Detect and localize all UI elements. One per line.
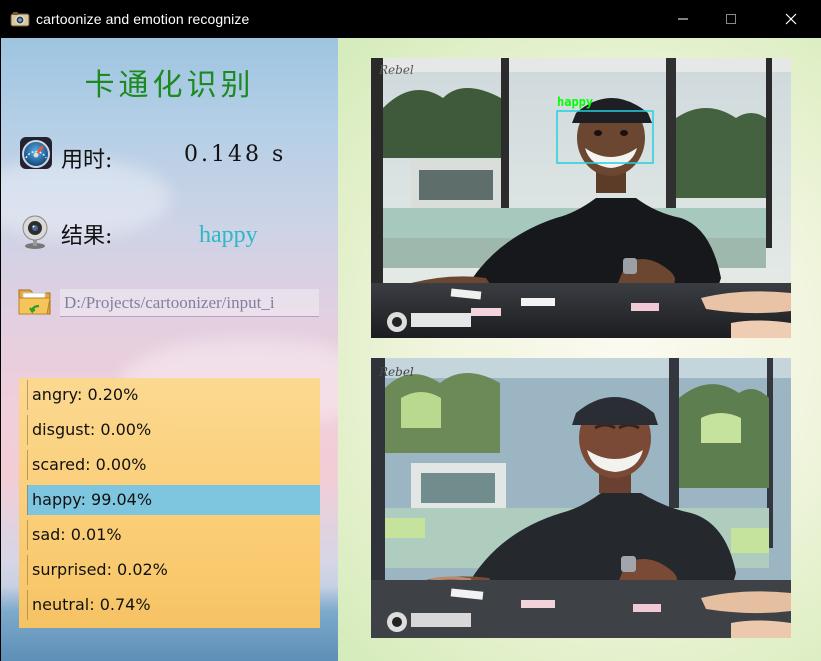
time-label: 用时: xyxy=(61,148,113,173)
watermark-text: Rebel xyxy=(378,63,414,77)
emotion-label: happy: 99.04% xyxy=(32,490,153,509)
cartoonized-image: Rebel xyxy=(371,358,791,638)
list-item-angry[interactable]: angry: 0.20% xyxy=(27,380,320,410)
emotion-label: surprised: 0.02% xyxy=(32,560,168,579)
list-item-happy[interactable]: happy: 99.04% xyxy=(27,485,320,515)
emotion-label: scared: 0.00% xyxy=(32,455,147,474)
maximize-icon[interactable] xyxy=(708,0,754,38)
webcam-icon xyxy=(19,214,51,254)
result-value: happy xyxy=(199,222,258,248)
file-path-input[interactable] xyxy=(60,289,319,317)
camera-icon xyxy=(10,11,30,27)
watermark-text: Rebel xyxy=(378,365,414,379)
window-title: cartoonize and emotion recognize xyxy=(36,11,250,27)
list-item-sad[interactable]: sad: 0.01% xyxy=(27,520,320,550)
original-image: Rebel happy xyxy=(371,58,791,338)
list-item-neutral[interactable]: neutral: 0.74% xyxy=(27,590,320,620)
close-icon[interactable] xyxy=(768,0,814,38)
emotion-label: sad: 0.01% xyxy=(32,525,122,544)
emotion-label: neutral: 0.74% xyxy=(32,595,151,614)
minimize-icon[interactable] xyxy=(660,0,706,38)
speedometer-icon xyxy=(19,136,53,174)
control-panel: 卡通化识别 用时: 0.148 s 结果: happy D:/Projects/… xyxy=(1,38,338,661)
open-folder-icon[interactable] xyxy=(17,284,53,322)
time-value: 0.148 s xyxy=(184,142,287,167)
list-item-scared[interactable]: scared: 0.00% xyxy=(27,450,320,480)
app-heading: 卡通化识别 xyxy=(84,68,255,103)
emotion-label: angry: 0.20% xyxy=(32,385,139,404)
list-item-disgust[interactable]: disgust: 0.00% xyxy=(27,415,320,445)
emotion-label: disgust: 0.00% xyxy=(32,420,152,439)
image-panel: Rebel happy Rebel xyxy=(338,38,821,661)
result-label: 结果: xyxy=(61,224,113,249)
emotion-probability-list: angry: 0.20% disgust: 0.00% scared: 0.00… xyxy=(19,378,320,628)
list-item-surprised[interactable]: surprised: 0.02% xyxy=(27,555,320,585)
title-bar: cartoonize and emotion recognize xyxy=(0,0,821,38)
face-box-label: happy xyxy=(557,95,593,109)
